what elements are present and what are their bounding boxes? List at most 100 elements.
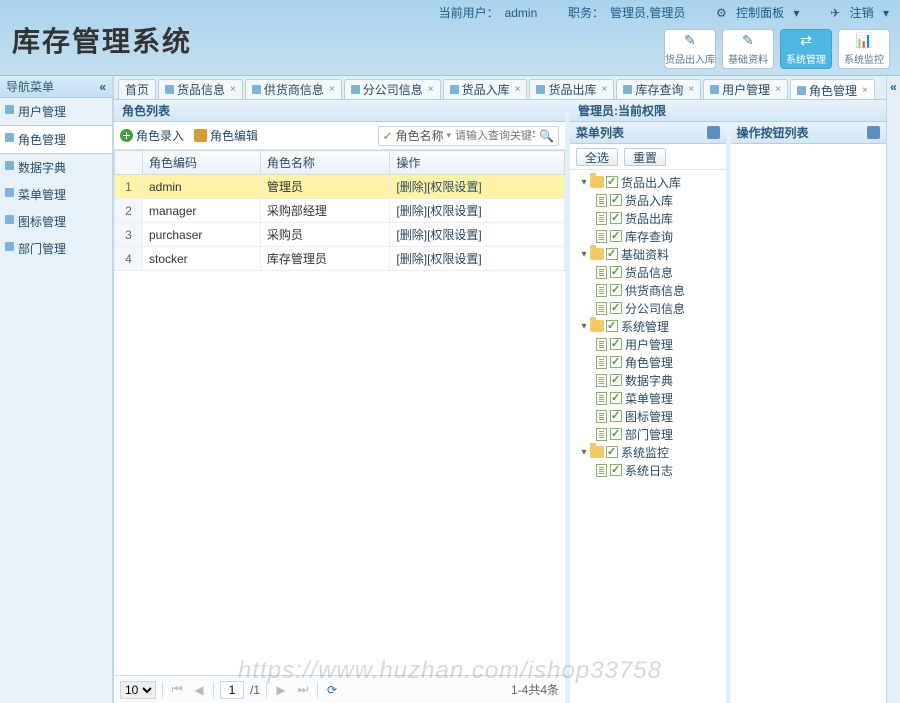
tree-folder[interactable]: ▾系统监控 [574, 443, 722, 461]
tree-leaf[interactable]: 货品出库 [574, 209, 722, 227]
checkbox[interactable] [610, 464, 622, 476]
nav-item[interactable]: 数据字典 [0, 154, 112, 181]
tree-leaf[interactable]: 角色管理 [574, 353, 722, 371]
table-row[interactable]: 4stocker库存管理员[删除][权限设置] [115, 247, 565, 271]
close-icon[interactable]: × [688, 84, 694, 95]
checkbox[interactable] [610, 212, 622, 224]
tree-leaf[interactable]: 数据字典 [574, 371, 722, 389]
tab[interactable]: 货品出库× [529, 79, 614, 99]
pager-first[interactable]: ⏮ [169, 682, 185, 698]
nav-item[interactable]: 图标管理 [0, 208, 112, 235]
checkbox[interactable] [610, 230, 622, 242]
logout-link[interactable]: 注销 [850, 6, 874, 20]
tab[interactable]: 首页 [118, 79, 156, 99]
search-icon[interactable]: 🔍 [539, 129, 554, 143]
tree-leaf[interactable]: 分公司信息 [574, 299, 722, 317]
close-icon[interactable]: × [601, 84, 607, 95]
pager-prev[interactable]: ◀ [191, 682, 207, 698]
close-icon[interactable]: × [862, 85, 868, 96]
tree-leaf[interactable]: 货品入库 [574, 191, 722, 209]
tree-leaf[interactable]: 货品信息 [574, 263, 722, 281]
cell-actions[interactable]: [删除][权限设置] [390, 199, 565, 223]
cell-actions[interactable]: [删除][权限设置] [390, 223, 565, 247]
nav-item[interactable]: 菜单管理 [0, 181, 112, 208]
collapse-right-icon[interactable]: « [890, 80, 897, 94]
close-icon[interactable]: × [428, 84, 434, 95]
select-all-button[interactable]: 全选 [576, 148, 618, 166]
tab[interactable]: 货品入库× [443, 79, 528, 99]
close-icon[interactable]: × [515, 84, 521, 95]
close-icon[interactable]: × [329, 84, 335, 95]
tree-leaf[interactable]: 部门管理 [574, 425, 722, 443]
tree-leaf[interactable]: 库存查询 [574, 227, 722, 245]
checkbox[interactable] [610, 410, 622, 422]
checkbox[interactable] [610, 194, 622, 206]
cell-actions[interactable]: [删除][权限设置] [390, 175, 565, 199]
search-field-label[interactable]: 角色名称 [396, 127, 444, 144]
role-edit-button[interactable]: 角色编辑 [194, 127, 258, 144]
tab[interactable]: 供货商信息× [245, 79, 342, 99]
tree-leaf[interactable]: 用户管理 [574, 335, 722, 353]
module-button[interactable]: 📊系统监控 [838, 29, 890, 69]
tree-leaf[interactable]: 菜单管理 [574, 389, 722, 407]
tree-folder[interactable]: ▾货品出入库 [574, 173, 722, 191]
search-input[interactable] [455, 130, 535, 142]
pager-last[interactable]: ⏭ [295, 682, 311, 698]
current-role[interactable]: 管理员,管理员 [610, 6, 685, 20]
control-panel-link[interactable]: 控制面板 [736, 6, 784, 20]
col-code[interactable]: 角色编码 [143, 151, 261, 175]
pager-refresh[interactable]: ⟳ [324, 682, 340, 698]
tab[interactable]: 分公司信息× [344, 79, 441, 99]
module-button[interactable]: ⇄系统管理 [780, 29, 832, 69]
col-op[interactable]: 操作 [390, 151, 565, 175]
tab[interactable]: 用户管理× [703, 79, 788, 99]
collapse-icon[interactable]: ▾ [578, 177, 590, 188]
table-row[interactable]: 1admin管理员[删除][权限设置] [115, 175, 565, 199]
current-user[interactable]: admin [505, 6, 538, 20]
checkbox[interactable] [610, 428, 622, 440]
tree-leaf[interactable]: 供货商信息 [574, 281, 722, 299]
pager-next[interactable]: ▶ [273, 682, 289, 698]
save-icon[interactable] [867, 126, 880, 139]
close-icon[interactable]: × [775, 84, 781, 95]
tab[interactable]: 库存查询× [616, 79, 701, 99]
table-row[interactable]: 3purchaser采购员[删除][权限设置] [115, 223, 565, 247]
checkbox[interactable] [606, 176, 618, 188]
tree-folder[interactable]: ▾系统管理 [574, 317, 722, 335]
collapse-nav-icon[interactable]: « [99, 80, 106, 94]
checkbox[interactable] [610, 392, 622, 404]
nav-item[interactable]: 用户管理 [0, 98, 112, 125]
checkbox[interactable] [610, 266, 622, 278]
collapse-icon[interactable]: ▾ [578, 321, 590, 332]
nav-item[interactable]: 角色管理 [0, 125, 112, 154]
tree-folder[interactable]: ▾基础资料 [574, 245, 722, 263]
module-button[interactable]: ✎货品出入库 [664, 29, 716, 69]
chevron-down-icon[interactable]: ▾ [447, 130, 452, 141]
checkbox[interactable] [610, 374, 622, 386]
checkbox[interactable] [610, 302, 622, 314]
table-row[interactable]: 2manager采购部经理[删除][权限设置] [115, 199, 565, 223]
collapse-icon[interactable]: ▾ [578, 447, 590, 458]
tab[interactable]: 角色管理× [790, 79, 875, 100]
reset-button[interactable]: 重置 [624, 148, 666, 166]
checkbox[interactable] [606, 446, 618, 458]
tab-icon [710, 85, 719, 94]
checkbox[interactable] [610, 338, 622, 350]
checkbox[interactable] [606, 248, 618, 260]
checkbox[interactable] [606, 320, 618, 332]
page-size-select[interactable]: 10 [120, 681, 156, 699]
close-icon[interactable]: × [230, 84, 236, 95]
checkbox[interactable] [610, 284, 622, 296]
checkbox[interactable] [610, 356, 622, 368]
role-add-button[interactable]: 角色录入 [120, 127, 184, 144]
save-icon[interactable] [707, 126, 720, 139]
pager-page-input[interactable] [220, 681, 244, 699]
cell-actions[interactable]: [删除][权限设置] [390, 247, 565, 271]
module-button[interactable]: ✎基础资料 [722, 29, 774, 69]
tree-leaf[interactable]: 图标管理 [574, 407, 722, 425]
collapse-icon[interactable]: ▾ [578, 249, 590, 260]
tab[interactable]: 货品信息× [158, 79, 243, 99]
tree-leaf[interactable]: 系统日志 [574, 461, 722, 479]
nav-item[interactable]: 部门管理 [0, 235, 112, 262]
col-name[interactable]: 角色名称 [260, 151, 390, 175]
